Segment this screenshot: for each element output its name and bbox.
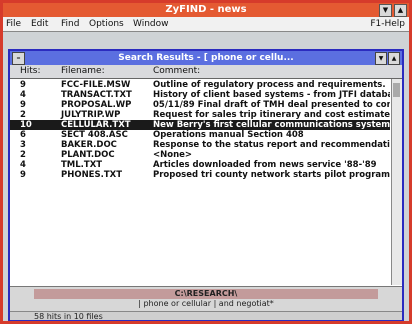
workspace: – Search Results - [ phone or cellu... ▼… <box>3 32 409 321</box>
cell-comment: 05/11/89 Final draft of TMH deal present… <box>153 100 390 110</box>
vertical-scrollbar[interactable] <box>391 79 402 285</box>
search-results-window: – Search Results - [ phone or cellu... ▼… <box>8 49 404 321</box>
table-row[interactable]: 4 TML.TXT Articles downloaded from news se… <box>10 160 390 170</box>
cell-hits: 4 <box>20 90 26 100</box>
child-maximize-button[interactable]: ▲ <box>388 52 400 65</box>
maximize-button[interactable]: ▲ <box>394 4 407 17</box>
cell-comment: New Berry's first cellular communication… <box>153 120 390 130</box>
cell-hits: 6 <box>20 130 26 140</box>
cell-hits: 9 <box>20 170 26 180</box>
cell-filename: TML.TXT <box>61 160 103 170</box>
results-list: 9 FCC-FILE.MSW Outline of regulatory proce… <box>10 80 390 180</box>
scroll-thumb[interactable] <box>393 83 400 97</box>
column-header: Hits: Filename: Comment: <box>10 65 402 79</box>
col-hits[interactable]: Hits: <box>20 65 41 78</box>
menu-help[interactable]: F1-Help <box>370 17 405 31</box>
menu-window[interactable]: Window <box>133 17 169 31</box>
minimize-button[interactable]: ▼ <box>379 4 392 17</box>
cell-comment: Operations manual Section 408 <box>153 130 304 140</box>
table-row[interactable]: 6 SECT 408.ASC Operations manual Section 4… <box>10 130 390 140</box>
cell-filename: PROPOSAL.WP <box>61 100 132 110</box>
cell-comment: Articles downloaded from news service '8… <box>153 160 377 170</box>
cell-filename: PHONES.TXT <box>61 170 122 180</box>
menu-file[interactable]: File <box>6 17 21 31</box>
cell-comment: Request for sales trip itinerary and cos… <box>153 110 390 120</box>
results-title: Search Results - [ phone or cellu... <box>118 53 294 63</box>
cell-filename: TRANSACT.TXT <box>61 90 132 100</box>
app-title: ZyFIND - news <box>165 4 247 15</box>
cell-hits: 9 <box>20 100 26 110</box>
cell-hits: 4 <box>20 160 26 170</box>
menu-edit[interactable]: Edit <box>31 17 48 31</box>
cell-filename: CELLULAR.TXT <box>61 120 131 130</box>
menu-find[interactable]: Find <box>61 17 79 31</box>
menu-options[interactable]: Options <box>89 17 124 31</box>
table-row[interactable]: 3 BAKER.DOC Response to the status report … <box>10 140 390 150</box>
cell-comment: Outline of regulatory process and requir… <box>153 80 386 90</box>
cell-hits: 2 <box>20 150 26 160</box>
cell-filename: PLANT.DOC <box>61 150 115 160</box>
table-row[interactable]: 9 PHONES.TXT Proposed tri county network s… <box>10 170 390 180</box>
app-window: ZyFIND - news ▼ ▲ File Edit Find Options… <box>0 0 412 324</box>
table-row[interactable]: 2 PLANT.DOC <None> <box>10 150 390 160</box>
search-path-label: C:\RESEARCH\ <box>34 289 378 299</box>
cell-hits: 2 <box>20 110 26 120</box>
cell-filename: JULYTRIP.WP <box>61 110 121 120</box>
cell-comment: Proposed tri county network starts pilot… <box>153 170 390 180</box>
cell-comment: <None> <box>153 150 193 160</box>
table-row[interactable]: 2 JULYTRIP.WP Request for sales trip itine… <box>10 110 390 120</box>
cell-comment: Response to the status report and recomm… <box>153 140 390 150</box>
app-title-bar: ZyFIND - news ▼ ▲ <box>3 3 409 17</box>
cell-comment: History of client based systems - from J… <box>153 90 390 100</box>
col-comment[interactable]: Comment: <box>153 65 200 78</box>
menu-bar: File Edit Find Options Window F1-Help <box>3 17 409 32</box>
search-query[interactable]: | phone or cellular | and negotiat* <box>34 299 378 309</box>
cell-filename: FCC-FILE.MSW <box>61 80 131 90</box>
cell-hits: 9 <box>20 80 26 90</box>
status-bar: 58 hits in 10 files <box>10 311 402 321</box>
cell-hits: 10 <box>20 120 32 130</box>
table-row[interactable]: 10 CELLULAR.TXT New Berry's first cellular… <box>10 120 390 130</box>
table-row[interactable]: 9 FCC-FILE.MSW Outline of regulatory proce… <box>10 80 390 90</box>
cell-filename: SECT 408.ASC <box>61 130 128 140</box>
system-menu-icon[interactable]: – <box>12 52 25 65</box>
table-row[interactable]: 4 TRANSACT.TXT History of client based sys… <box>10 90 390 100</box>
col-filename[interactable]: Filename: <box>61 65 105 78</box>
table-row[interactable]: 9 PROPOSAL.WP 05/11/89 Final draft of TMH … <box>10 100 390 110</box>
child-minimize-button[interactable]: ▼ <box>375 52 387 65</box>
status-text: 58 hits in 10 files <box>34 312 103 321</box>
cell-hits: 3 <box>20 140 26 150</box>
results-title-bar: – Search Results - [ phone or cellu... ▼… <box>10 51 402 65</box>
cell-filename: BAKER.DOC <box>61 140 117 150</box>
search-panel: C:\RESEARCH\ | phone or cellular | and n… <box>10 286 402 321</box>
